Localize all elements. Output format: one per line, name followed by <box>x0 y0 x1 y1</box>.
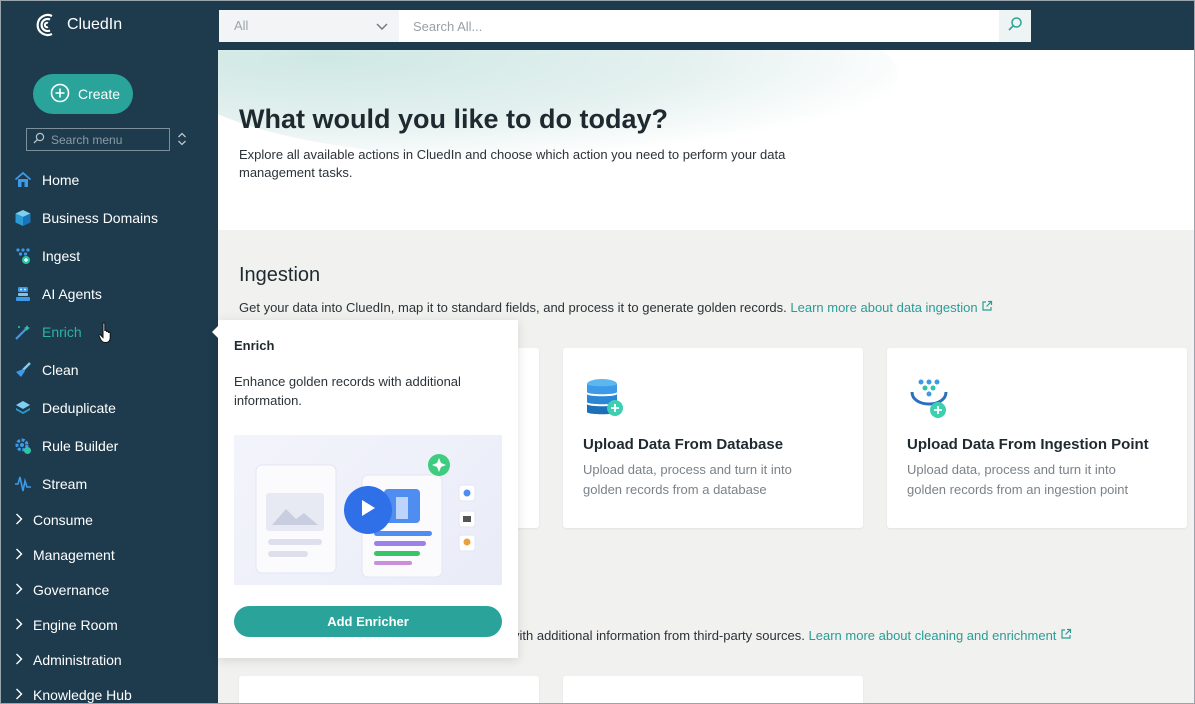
sidebar-item-label: AI Agents <box>42 286 102 302</box>
app-window: CluedIn All Create <box>0 0 1195 704</box>
learn-more-ingestion-link[interactable]: Learn more about data ingestion <box>790 300 993 315</box>
ingestion-point-icon <box>909 378 949 425</box>
sidebar-item-label: Ingest <box>42 248 81 264</box>
create-label: Create <box>78 86 121 102</box>
gear-icon <box>13 436 33 456</box>
create-button[interactable]: Create <box>33 74 133 114</box>
cluedin-logo-icon <box>33 11 59 39</box>
sidebar-group-engine-room[interactable]: Engine Room <box>15 614 118 636</box>
sidebar-group-knowledge-hub[interactable]: Knowledge Hub <box>15 684 132 703</box>
app-logo[interactable]: CluedIn <box>33 11 122 39</box>
sidebar-item-enrich[interactable]: Enrich <box>13 321 82 343</box>
sidebar-item-label: Rule Builder <box>42 438 119 454</box>
ingestion-card-ingestion-point[interactable]: Upload Data From Ingestion Point Upload … <box>887 348 1187 528</box>
search-button[interactable] <box>999 10 1031 42</box>
stream-icon <box>13 474 33 494</box>
app-name: CluedIn <box>67 16 123 33</box>
sidebar-item-stream[interactable]: Stream <box>13 473 87 495</box>
plus-circle-icon <box>50 83 70 106</box>
sidebar-group-label: Management <box>33 547 115 563</box>
hero-panel: What would you like to do today? Explore… <box>218 50 1194 230</box>
sidebar-item-business-domains[interactable]: Business Domains <box>13 207 158 229</box>
database-icon <box>585 378 625 425</box>
chevron-right-icon <box>15 512 23 528</box>
card-title: Upload Data From Database <box>583 436 784 453</box>
section-description-text: vith additional information from third-p… <box>513 628 805 643</box>
link-label: Learn more about data ingestion <box>790 300 978 315</box>
chevron-right-icon <box>15 687 23 703</box>
card-title: Upload Data From Ingestion Point <box>907 436 1149 453</box>
external-link-icon <box>1060 628 1072 643</box>
sidebar-item-ingest[interactable]: Ingest <box>13 245 80 267</box>
chevron-right-icon <box>15 547 23 563</box>
chevron-right-icon <box>15 652 23 668</box>
ingestion-card-database[interactable]: Upload Data From Database Upload data, p… <box>563 348 863 528</box>
enrichment-card[interactable] <box>563 676 863 703</box>
ingest-icon <box>13 246 33 266</box>
sidebar-group-label: Governance <box>33 582 110 598</box>
search-icon <box>33 131 45 149</box>
link-label: Learn more about cleaning and enrichment <box>808 628 1057 643</box>
sidebar-group-label: Engine Room <box>33 617 118 633</box>
sidebar-item-ai-agents[interactable]: AI Agents <box>13 283 102 305</box>
global-search: All <box>219 10 1031 42</box>
sidebar-group-governance[interactable]: Governance <box>15 579 109 601</box>
sidebar-item-label: Enrich <box>42 324 82 340</box>
cube-icon <box>13 208 33 228</box>
enrichment-card[interactable] <box>239 676 539 703</box>
chevron-right-icon <box>15 617 23 633</box>
menu-search <box>26 128 170 151</box>
card-description: Upload data, process and turn it into go… <box>583 462 792 497</box>
home-icon <box>13 170 33 190</box>
chevron-down-icon <box>375 19 389 36</box>
page-description: Explore all available actions in CluedIn… <box>239 147 786 180</box>
add-enricher-button[interactable]: Add Enricher <box>234 606 502 637</box>
sidebar-item-label: Deduplicate <box>42 400 116 416</box>
search-input[interactable] <box>399 10 999 42</box>
card-description: Upload data, process and turn it into go… <box>907 462 1129 497</box>
sidebar-item-home[interactable]: Home <box>13 169 79 191</box>
section-description-enrichment: vith additional information from third-p… <box>513 628 1072 643</box>
section-title-ingestion: Ingestion <box>239 264 321 286</box>
section-description-ingestion: Get your data into CluedIn, map it to st… <box>239 300 993 315</box>
sidebar-group-label: Administration <box>33 652 122 668</box>
popover-arrow <box>212 326 218 338</box>
sidebar-group-consume[interactable]: Consume <box>15 509 93 531</box>
sidebar-group-label: Consume <box>33 512 93 528</box>
sidebar-group-management[interactable]: Management <box>15 544 115 566</box>
brush-icon <box>13 360 33 380</box>
play-button[interactable] <box>344 486 392 534</box>
sidebar-item-label: Clean <box>42 362 79 378</box>
learn-more-enrichment-link[interactable]: Learn more about cleaning and enrichment <box>809 628 1073 643</box>
mouse-pointer-icon <box>98 322 114 349</box>
chevron-right-icon <box>15 582 23 598</box>
ai-agent-icon <box>13 284 33 304</box>
sidebar-item-deduplicate[interactable]: Deduplicate <box>13 397 116 419</box>
section-description-text: Get your data into CluedIn, map it to st… <box>239 300 787 315</box>
sidebar-group-administration[interactable]: Administration <box>15 649 122 671</box>
sidebar-item-clean[interactable]: Clean <box>13 359 79 381</box>
wand-icon <box>13 322 33 342</box>
enrich-popover: Enrich Enhance golden records with addit… <box>212 320 518 658</box>
popover-title: Enrich <box>234 338 275 353</box>
menu-search-input[interactable] <box>51 132 161 147</box>
page-title: What would you like to do today? <box>239 104 668 134</box>
sidebar-item-label: Business Domains <box>42 210 158 226</box>
search-icon <box>1007 16 1023 37</box>
search-scope-select[interactable]: All <box>219 10 399 42</box>
sidebar-item-label: Stream <box>42 476 88 492</box>
search-scope-value: All <box>234 18 249 33</box>
sidebar-item-rule-builder[interactable]: Rule Builder <box>13 435 118 457</box>
external-link-icon <box>981 300 993 315</box>
sidebar: Create Home Business Domains <box>1 50 218 703</box>
expand-collapse-icon[interactable] <box>177 132 187 151</box>
sidebar-group-label: Knowledge Hub <box>33 687 132 703</box>
top-bar: CluedIn All <box>1 1 1194 50</box>
layers-icon <box>13 398 33 418</box>
sidebar-item-label: Home <box>42 172 80 188</box>
play-icon <box>359 498 377 523</box>
popover-description: Enhance golden records with additional i… <box>234 374 461 408</box>
